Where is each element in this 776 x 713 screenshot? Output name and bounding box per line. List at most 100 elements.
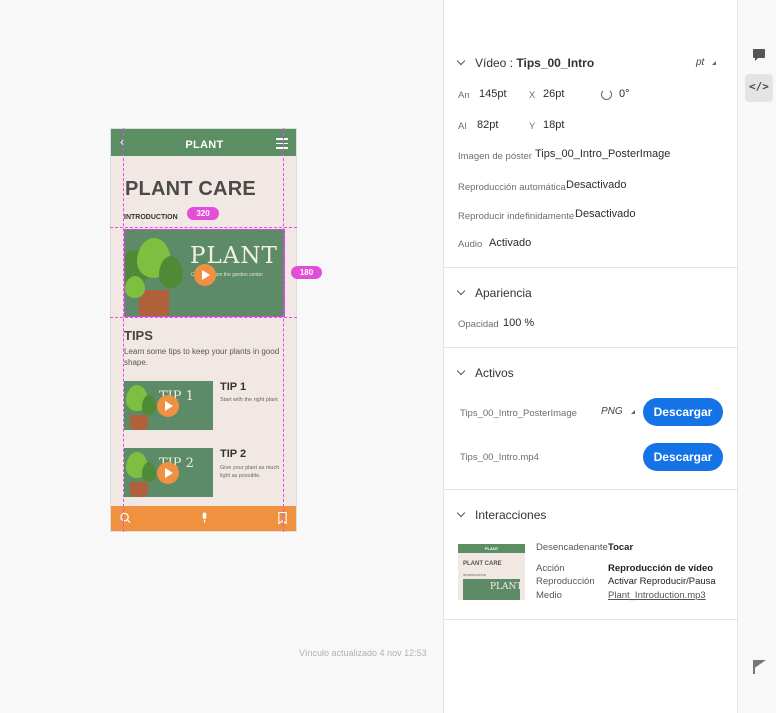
comment-icon [753,49,765,61]
artboard-footer [111,506,296,531]
appearance-title: Apariencia [475,286,532,300]
plant-pot-icon [139,290,169,316]
caret-icon [712,61,717,65]
guide-line-right [283,128,284,532]
leaf-icon [142,462,156,482]
plant-artboard[interactable]: ‹ PLANT PLANT CARE INTRODUCTION PLANT Ca… [110,128,297,532]
playback-label: Reproducción [536,576,595,587]
flag-icon[interactable] [753,660,766,674]
play-button-icon[interactable] [157,462,179,484]
trigger-value[interactable]: Tocar [608,542,633,553]
height-value[interactable]: 82pt [477,119,498,131]
chevron-down-icon[interactable] [456,286,466,296]
introduction-label: INTRODUCTION [124,214,178,221]
appearance-section: Apariencia Opacidad 100 % [444,268,738,348]
y-label: Y [529,121,536,132]
artboard-heading: PLANT CARE [125,178,256,200]
interaction-thumbnail[interactable]: PLANT PLANT CARE INTRODUCTION PLANT [458,544,525,600]
artboard-header: ‹ PLANT [111,129,296,156]
guide-line-bottom [110,317,297,318]
action-label: Acción [536,563,565,574]
thumb-word: PLANT [490,582,523,592]
plant-pot-icon [130,415,148,430]
audio-label: Audio [458,239,483,250]
video-section: Vídeo : Tips_00_Intro pt An 145pt X 26pt… [444,0,738,268]
interactions-title: Interacciones [475,508,547,522]
x-value[interactable]: 26pt [543,88,564,100]
tips-heading: TIPS [124,328,153,343]
asset-video-name: Tips_00_Intro.mp4 [460,452,539,463]
poster-image-label: Imagen de póster [458,151,532,162]
caret-icon [630,410,635,414]
width-value[interactable]: 145pt [479,88,507,100]
poster-image-value[interactable]: Tips_00_Intro_PosterImage [535,148,670,160]
playback-value[interactable]: Activar Reproducir/Pausa [608,576,716,587]
opacity-label: Opacidad [458,319,499,330]
height-measurement-badge: 180 [291,266,322,279]
unit-select[interactable]: pt [696,57,717,68]
asset-format-select[interactable]: PNG [601,406,635,417]
video-title-prefix: Vídeo : [475,56,517,70]
assets-section-header[interactable]: Activos [456,366,514,380]
loop-label: Reproducir indefinidamente [458,211,575,222]
leaf-icon [159,256,183,288]
hamburger-menu-icon[interactable] [276,138,288,152]
height-label: Al [458,121,467,132]
video-section-header[interactable]: Vídeo : Tips_00_Intro [456,56,595,70]
play-button-icon[interactable] [157,395,179,417]
download-video-button[interactable]: Descargar [643,443,723,471]
tip-2-video[interactable]: TIP 2 [124,448,213,497]
unit-value: pt [696,57,705,68]
action-value[interactable]: Reproducción de vídeo [608,563,713,574]
plant-pot-icon [130,482,148,497]
tip-2-title: TIP 2 [220,448,247,460]
y-value[interactable]: 18pt [543,119,564,131]
trigger-label: Desencadenante [536,542,608,553]
guide-line-left [123,128,124,532]
asset-format-value: PNG [601,406,623,417]
thumb-video: PLANT [463,579,523,600]
code-icon: </> [749,80,769,93]
properties-panel: Vídeo : Tips_00_Intro pt An 145pt X 26pt… [443,0,738,713]
media-label: Medio [536,590,562,601]
thumb-intro: INTRODUCTION [463,573,486,577]
download-poster-button[interactable]: Descargar [643,398,723,426]
media-link[interactable]: Plant_Introduction.mp3 [608,590,706,601]
chevron-down-icon[interactable] [456,366,466,376]
assets-title: Activos [475,366,514,380]
x-label: X [529,90,536,101]
rotation-icon [601,89,612,100]
autoplay-value[interactable]: Desactivado [566,179,627,191]
intro-video[interactable]: PLANT Care tips from the garden center [124,229,285,317]
video-name: Tips_00_Intro [516,56,595,70]
microphone-icon[interactable] [199,512,210,524]
width-measurement-badge: 320 [187,207,219,220]
chevron-down-icon[interactable] [456,508,466,518]
tips-description: Learn some tips to keep your plants in g… [124,347,280,367]
tip-2-description: Give your plant as much light as possibl… [220,465,280,479]
leaf-icon [142,395,156,415]
link-updated-status: Vínculo actualizado 4 nov 12:53 [299,648,427,658]
audio-value[interactable]: Activado [489,237,531,249]
width-label: An [458,90,470,101]
thumb-heading: PLANT CARE [463,561,502,567]
right-rail: </> [739,0,776,713]
rotation-value[interactable]: 0° [619,88,630,100]
design-canvas[interactable]: ‹ PLANT PLANT CARE INTRODUCTION PLANT Ca… [0,0,443,713]
thumb-header: PLANT [458,544,525,553]
search-icon[interactable] [120,512,131,524]
leaf-icon [125,276,145,298]
inspect-code-button[interactable]: </> [745,74,773,102]
play-button-icon[interactable] [194,264,216,286]
chevron-down-icon[interactable] [456,56,466,66]
loop-value[interactable]: Desactivado [575,208,636,220]
opacity-value[interactable]: 100 % [503,317,534,329]
artboard-header-title: PLANT [185,139,224,151]
appearance-section-header[interactable]: Apariencia [456,286,532,300]
tip-1-video[interactable]: TIP 1 [124,381,213,430]
autoplay-label: Reproducción automática [458,182,566,193]
tip-1-title: TIP 1 [220,381,247,393]
comments-button[interactable] [745,41,773,69]
assets-section: Activos Tips_00_Intro_PosterImage PNG De… [444,348,738,490]
interactions-section-header[interactable]: Interacciones [456,508,547,522]
